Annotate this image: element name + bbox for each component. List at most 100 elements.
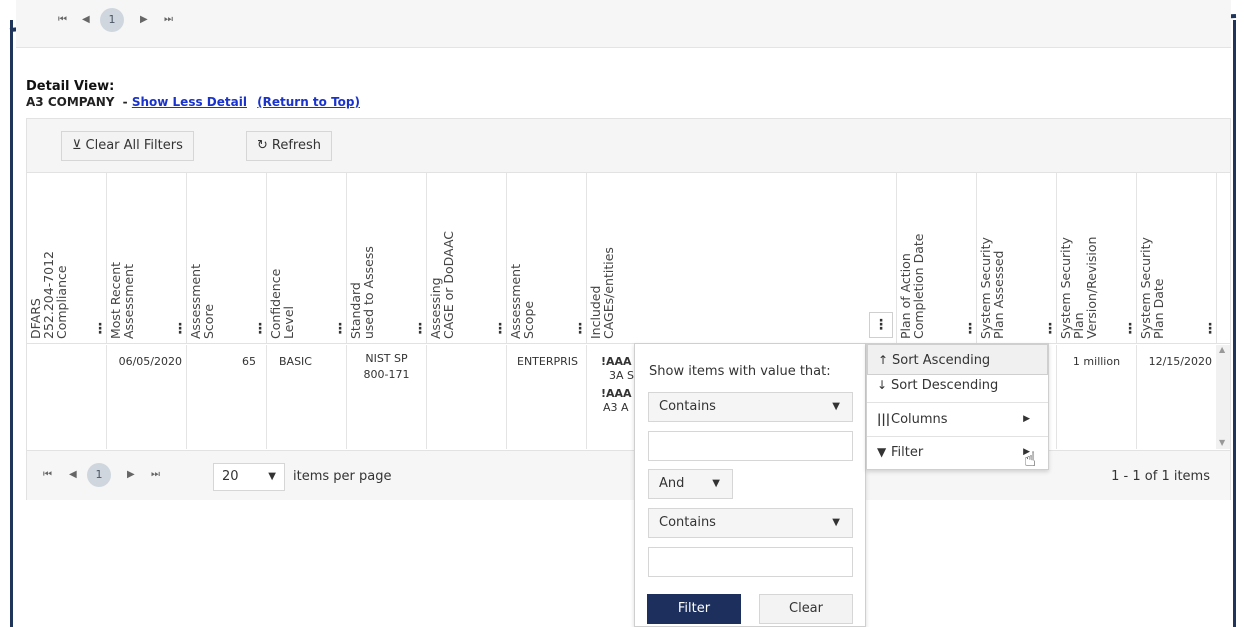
column-header[interactable]: Confidence Level ⋮ — [267, 173, 347, 343]
column-header-label: Plan of Action Completion Date — [898, 233, 926, 339]
column-menu-icon[interactable]: ⋮ — [963, 321, 977, 337]
column-header[interactable]: Most Recent Assessment ⋮ — [107, 173, 187, 343]
column-header[interactable]: Assessment Scope ⋮ — [507, 173, 587, 343]
next-page-icon[interactable]: ▶ — [140, 14, 148, 25]
prev-page-icon[interactable]: ◀ — [82, 14, 90, 25]
clear-all-filters-label: Clear All Filters — [85, 138, 183, 153]
column-menu-icon[interactable]: ⋮ — [93, 321, 107, 337]
page-number[interactable]: 1 — [100, 8, 124, 32]
column-menu: ↑ Sort Ascending ↓ Sort Descending |||Colu… — [866, 343, 1049, 470]
column-header[interactable]: DFARS 252.204-7012 Compliance ⋮ — [27, 173, 107, 343]
grid-pager: ⏮ ◀ 1 ▶ ⏭ 20 ▼ items per page 1 - 1 of 1… — [27, 450, 1230, 500]
column-header-label: DFARS 252.204-7012 Compliance — [28, 250, 69, 339]
company-name: A3 COMPANY — [26, 95, 115, 109]
filter-item[interactable]: ▼ Filter ▶ — [867, 437, 1048, 468]
columns-label: Columns — [891, 412, 948, 427]
refresh-icon: ↻ — [257, 138, 268, 153]
column-header[interactable]: Standard used to Assess ⋮ — [347, 173, 427, 343]
scroll-up-icon[interactable]: ▲ — [1219, 345, 1225, 354]
frame-left-border — [10, 20, 13, 627]
column-menu-icon[interactable]: ⋮ — [253, 321, 267, 337]
top-pager: ⏮ ◀ 1 ▶ ⏭ — [16, 0, 1231, 48]
page-number[interactable]: 1 — [87, 463, 111, 487]
column-header-label: Assessing CAGE or DoDAAC — [428, 230, 456, 339]
vertical-scrollbar[interactable]: ▲ ▼ — [1216, 345, 1230, 449]
page-size-dropdown[interactable]: 20 ▼ — [213, 463, 285, 491]
column-header[interactable]: System Security Plan Version/Revision ⋮ — [1057, 173, 1137, 343]
cell-ssp-date: 12/15/2020 — [1137, 345, 1217, 449]
chevron-down-icon: ▼ — [832, 517, 840, 528]
column-menu-icon[interactable]: ⋮ — [333, 321, 347, 337]
column-header[interactable]: System Security Plan Assessed ⋮ — [977, 173, 1057, 343]
columns-item[interactable]: |||Columns ▶ — [867, 404, 1048, 435]
last-page-icon[interactable]: ⏭ — [151, 469, 160, 480]
cell-score: 65 — [187, 345, 267, 449]
filter-operator-1-select[interactable]: Contains ▼ — [648, 392, 853, 422]
active-column-menu-button[interactable]: ⋮ — [869, 312, 893, 338]
next-page-icon[interactable]: ▶ — [127, 469, 135, 480]
return-to-top-link[interactable]: (Return to Top) — [257, 95, 360, 109]
cell-most-recent: 06/05/2020 — [107, 345, 187, 449]
cell-confidence: BASIC — [267, 345, 347, 449]
items-count: 1 - 1 of 1 items — [1111, 469, 1210, 484]
cell-compliance — [27, 345, 107, 449]
refresh-button[interactable]: ↻ Refresh — [246, 131, 332, 161]
hand-cursor-icon: ☝ — [1024, 447, 1037, 471]
last-page-icon[interactable]: ⏭ — [164, 14, 173, 25]
sort-descending-label: Sort Descending — [891, 378, 999, 393]
column-header[interactable]: Assessment Score ⋮ — [187, 173, 267, 343]
filter-value-2-input[interactable] — [648, 547, 853, 577]
filter-icon: ▼ — [877, 445, 887, 459]
column-header[interactable]: System Security Plan Date ⋮ — [1137, 173, 1217, 343]
column-menu-icon[interactable]: ⋮ — [1043, 321, 1057, 337]
standard-line: 800-171 — [363, 368, 410, 381]
show-less-detail-link[interactable]: Show Less Detail — [132, 95, 247, 109]
column-menu-icon[interactable]: ⋮ — [173, 321, 187, 337]
filter-heading: Show items with value that: — [649, 364, 831, 379]
column-header-label: System Security Plan Date — [1138, 237, 1166, 339]
column-menu-icon[interactable]: ⋮ — [1203, 321, 1217, 337]
detail-view-heading: Detail View: — [26, 79, 115, 94]
table-row[interactable]: 06/05/2020 65 BASIC NIST SP 800-171 ENTE… — [27, 345, 1230, 449]
column-header-label: Standard used to Assess — [348, 246, 376, 339]
column-header[interactable]: Plan of Action Completion Date ⋮ — [897, 173, 977, 343]
chevron-down-icon: ▼ — [268, 471, 276, 482]
first-page-icon[interactable]: ⏮ — [43, 469, 52, 480]
page-size-value: 20 — [222, 469, 239, 484]
frame-right-border — [1233, 20, 1236, 627]
filter-logic-select[interactable]: And ▼ — [648, 469, 733, 499]
column-header-label: Assessment Scope — [508, 264, 536, 339]
column-header[interactable]: Included CAGEs/entities ⋮ — [587, 173, 897, 343]
column-header-label: Included CAGEs/entities — [588, 247, 616, 339]
clear-all-filters-button[interactable]: ⊻ Clear All Filters — [61, 131, 194, 161]
scroll-down-icon[interactable]: ▼ — [1219, 438, 1225, 447]
arrow-down-icon: ↓ — [877, 378, 888, 392]
filter-clear-button[interactable]: Clear — [759, 594, 853, 624]
filter-apply-button[interactable]: Filter — [647, 594, 741, 624]
items-per-page-label: items per page — [293, 469, 392, 484]
sort-descending-item[interactable]: ↓ Sort Descending — [867, 370, 1048, 401]
column-header-label: Assessment Score — [188, 264, 216, 339]
cell-ssp-version: 1 million — [1057, 345, 1137, 449]
cell-assessing-cage — [427, 345, 507, 449]
sort-ascending-label: Sort Ascending — [892, 353, 991, 368]
menu-divider — [867, 402, 1048, 403]
filter-logic-value: And — [659, 476, 685, 491]
separator: - — [122, 95, 128, 109]
filter-operator-2-select[interactable]: Contains ▼ — [648, 508, 853, 538]
column-menu-icon[interactable]: ⋮ — [573, 321, 587, 337]
filter-operator-1-value: Contains — [659, 399, 716, 414]
first-page-icon[interactable]: ⏮ — [58, 14, 67, 25]
cell-scope: ENTERPRIS — [507, 345, 587, 449]
filter-popup: Show items with value that: Contains ▼ A… — [634, 343, 866, 627]
column-header-label: System Security Plan Assessed — [978, 237, 1006, 339]
filter-operator-2-value: Contains — [659, 515, 716, 530]
column-header[interactable]: Assessing CAGE or DoDAAC ⋮ — [427, 173, 507, 343]
column-menu-icon[interactable]: ⋮ — [493, 321, 507, 337]
prev-page-icon[interactable]: ◀ — [69, 469, 77, 480]
standard-line: NIST SP — [365, 352, 408, 365]
column-menu-icon[interactable]: ⋮ — [1123, 321, 1137, 337]
filter-clear-icon: ⊻ — [72, 138, 82, 153]
column-menu-icon[interactable]: ⋮ — [413, 321, 427, 337]
filter-value-1-input[interactable] — [648, 431, 853, 461]
